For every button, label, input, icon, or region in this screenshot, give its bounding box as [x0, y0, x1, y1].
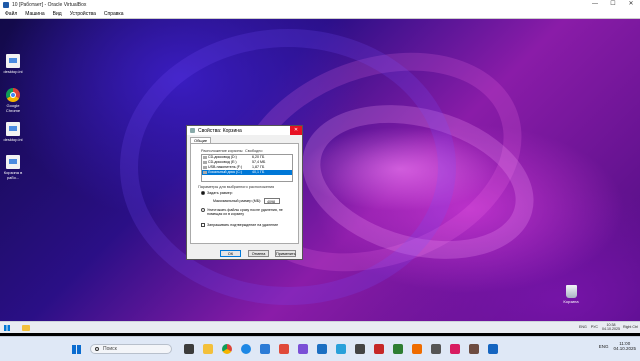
list-item-selected[interactable]: Локальный диск (C:) 40,1 ГБ	[202, 170, 292, 175]
desktop-icon-recycle-bin[interactable]: Корзина	[557, 285, 585, 304]
clock-date: 04.10.2025	[613, 346, 636, 351]
app-icon[interactable]	[355, 344, 365, 354]
apply-button[interactable]: Применить	[275, 250, 296, 257]
folder-icon[interactable]	[22, 325, 30, 331]
dialog-close-button[interactable]: ✕	[290, 126, 302, 135]
search-icon	[95, 347, 99, 351]
chrome-icon	[6, 88, 20, 102]
dialog-titlebar: Свойства: Корзина ✕	[187, 126, 302, 135]
guest-tray: ENG РУС 10:38 04.10.2025	[579, 323, 620, 331]
max-size-label: Максимальный размер (МБ):	[213, 199, 262, 203]
task-view-icon[interactable]	[184, 344, 194, 354]
host-tray: ENG 11:00 04.10.2025	[599, 341, 636, 351]
usb-drive-icon	[203, 166, 207, 169]
search-box[interactable]: Поиск	[90, 344, 172, 354]
windows-start-icon[interactable]	[72, 345, 81, 354]
confirm-delete-checkbox[interactable]: Запрашивать подтверждение на удаление	[201, 223, 278, 227]
guest-clock[interactable]: 10:38 04.10.2025	[602, 323, 620, 331]
delete-immediately-label: Уничтожать файлы сразу после удаления, н…	[207, 208, 283, 216]
host-language-indicator[interactable]: ENG	[599, 344, 609, 349]
app-icon[interactable]	[298, 344, 308, 354]
app-icon[interactable]	[450, 344, 460, 354]
desktop-icon-label: desktop.ini	[3, 69, 23, 74]
desktop-icon-label: Корзина в рабо...	[3, 170, 23, 180]
menu-devices[interactable]: Устройства	[70, 11, 96, 17]
file-explorer-icon[interactable]	[203, 344, 213, 354]
virtualbox-taskbar-icon[interactable]	[317, 344, 327, 354]
confirm-delete-label: Запрашивать подтверждение на удаление	[207, 223, 279, 227]
menu-file[interactable]: Файл	[5, 11, 17, 17]
settings-group-label: Параметры для выбранного расположения	[198, 185, 275, 189]
column-free: Свободно	[245, 149, 263, 153]
custom-size-radio[interactable]: Задать размер:	[201, 191, 233, 195]
app-icon[interactable]	[488, 344, 498, 354]
guest-desktop: desktop.ini Google Chrome desktop.ini Ко…	[0, 19, 640, 321]
app-icon[interactable]	[279, 344, 289, 354]
app-icon[interactable]	[469, 344, 479, 354]
desktop-icon-label: Корзина	[563, 299, 579, 304]
guest-taskbar: ENG РУС 10:38 04.10.2025	[0, 321, 640, 333]
host-key-indicator: Right Ctrl	[623, 325, 638, 329]
virtualbox-icon	[3, 1, 9, 8]
maximize-button[interactable]: ☐	[604, 0, 622, 9]
app-icon[interactable]	[431, 344, 441, 354]
dialog-title: Свойства: Корзина	[198, 127, 242, 134]
general-tab-panel: Расположение корзины Свободно CD-дисково…	[190, 143, 299, 244]
desktop-icon-desktop-ini[interactable]: desktop.ini	[0, 54, 26, 74]
window-title: 10 [Работает] - Oracle VirtualBox	[12, 1, 87, 8]
host-taskbar: Поиск ENG 11:00 04.10.2025	[0, 336, 640, 361]
cancel-button[interactable]: Отмена	[248, 250, 269, 257]
radio-icon	[201, 208, 205, 212]
language-indicator[interactable]: ENG	[579, 325, 587, 329]
file-icon	[6, 155, 20, 169]
drive-icon	[203, 171, 207, 174]
recycle-bin-icon	[565, 285, 577, 298]
minimize-button[interactable]: —	[586, 0, 604, 9]
delete-immediately-radio[interactable]: Уничтожать файлы сразу после удаления, н…	[201, 208, 293, 216]
locations-list[interactable]: CD-дисковод (D:) 6,20 ГБ CD-дисковод (E:…	[201, 154, 293, 182]
clock-date: 04.10.2025	[602, 327, 620, 331]
chrome-icon[interactable]	[222, 344, 232, 354]
close-button[interactable]: ✕	[622, 0, 640, 9]
app-icon[interactable]	[393, 344, 403, 354]
desktop-icon-label: desktop.ini	[3, 137, 23, 142]
app-icon[interactable]	[374, 344, 384, 354]
store-icon[interactable]	[260, 344, 270, 354]
host-clock[interactable]: 11:00 04.10.2025	[613, 341, 636, 351]
desktop-icon-desktop-ini-2[interactable]: desktop.ini	[0, 122, 26, 142]
window-controls: — ☐ ✕	[586, 0, 640, 9]
checkbox-icon	[201, 223, 205, 227]
menu-machine[interactable]: Машина	[25, 11, 44, 17]
start-icon[interactable]	[4, 325, 10, 331]
desktop-icon-korzina-file[interactable]: Корзина в рабо...	[0, 155, 26, 180]
app-icon[interactable]	[412, 344, 422, 354]
telegram-icon[interactable]	[336, 344, 346, 354]
desktop-icon-label: Google Chrome	[5, 103, 21, 113]
language-indicator-ru[interactable]: РУС	[591, 325, 598, 329]
menu-help[interactable]: Справка	[104, 11, 124, 17]
radio-selected-icon	[201, 191, 205, 195]
menu-view[interactable]: Вид	[53, 11, 62, 17]
column-location: Расположение корзины	[201, 149, 243, 153]
edge-icon[interactable]	[241, 344, 251, 354]
virtualbox-menubar: Файл Машина Вид Устройства Справка	[0, 9, 640, 19]
drive-free: 40,1 ГБ	[252, 170, 265, 174]
desktop-icon-chrome[interactable]: Google Chrome	[0, 88, 26, 113]
file-icon	[6, 122, 20, 136]
recycle-bin-properties-dialog: Свойства: Корзина ✕ Общие Расположение к…	[186, 125, 303, 260]
max-size-input[interactable]: 4098	[264, 198, 280, 204]
custom-size-label: Задать размер:	[207, 191, 233, 195]
search-placeholder: Поиск	[103, 346, 117, 352]
drive-icon	[203, 161, 207, 164]
recycle-bin-icon	[190, 128, 195, 133]
drive-name: Локальный диск (C:)	[208, 170, 243, 174]
drive-icon	[203, 156, 207, 159]
ok-button[interactable]: ОК	[220, 250, 241, 257]
file-icon	[6, 54, 20, 68]
